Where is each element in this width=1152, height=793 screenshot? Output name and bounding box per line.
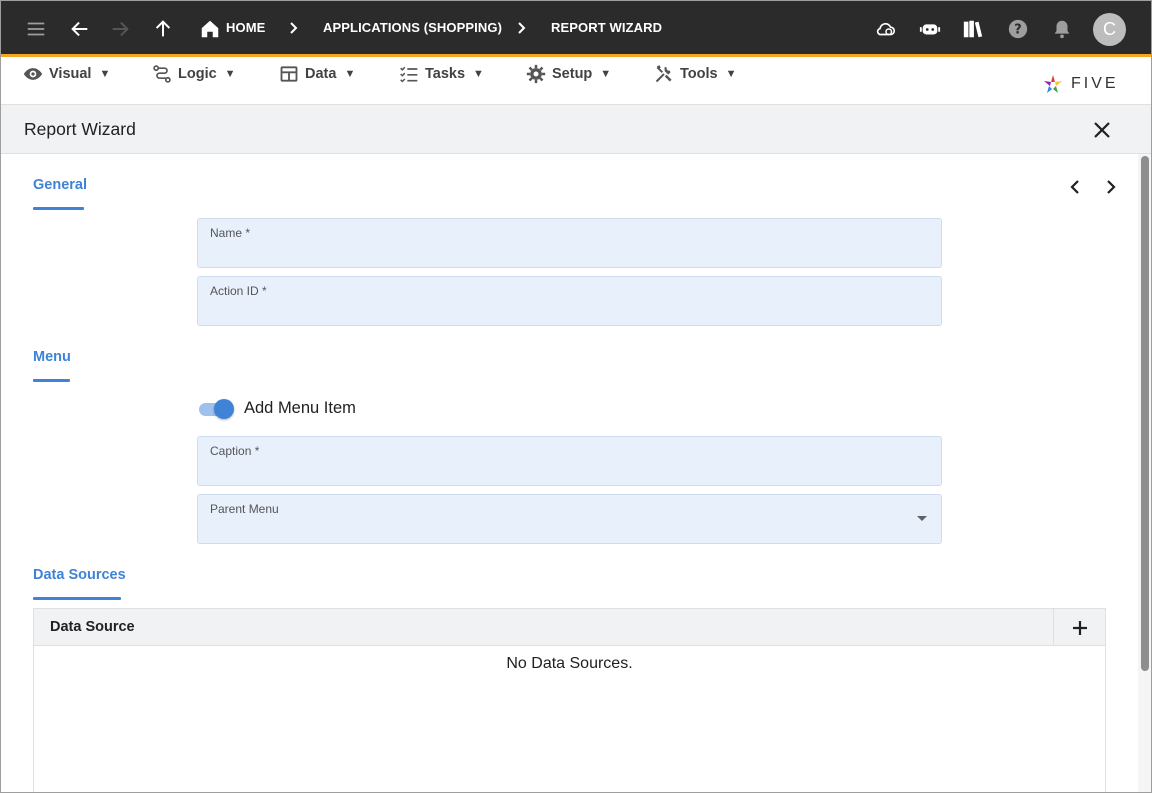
parent-menu-dropdown[interactable]: Parent Menu: [197, 494, 942, 544]
dropdown-arrow-icon: ▼: [344, 68, 356, 80]
toggle-thumb: [214, 399, 234, 419]
parent-menu-input[interactable]: [210, 519, 910, 539]
vertical-scrollbar[interactable]: [1138, 154, 1151, 792]
five-logo: FIVE: [1041, 72, 1119, 96]
chevron-right-icon: [1107, 180, 1116, 194]
dropdown-arrow-icon: ▼: [473, 68, 484, 80]
scrollbar-thumb[interactable]: [1141, 156, 1149, 671]
cloud-sync-icon[interactable]: [874, 17, 898, 41]
chevron-left-icon: [1070, 180, 1079, 194]
menu-tasks[interactable]: Tasks ▼: [399, 64, 484, 84]
previous-page-button[interactable]: [1066, 177, 1086, 197]
name-field-label: Name *: [210, 226, 251, 240]
gear-icon: [526, 64, 546, 84]
breadcrumb-report-wizard[interactable]: REPORT WIZARD: [551, 20, 662, 35]
close-button[interactable]: [1090, 118, 1114, 142]
column-header-data-source[interactable]: Data Source: [50, 619, 135, 635]
close-icon: [1094, 122, 1110, 138]
menu-tools[interactable]: Tools ▼: [654, 64, 736, 84]
section-menu-underline: [33, 379, 70, 382]
name-input[interactable]: [210, 243, 910, 263]
home-icon[interactable]: [198, 17, 222, 41]
plus-icon: [1072, 620, 1087, 635]
menu-visual[interactable]: Visual ▼: [23, 64, 110, 84]
menu-logic[interactable]: Logic ▼: [152, 64, 236, 84]
app-window: HOME APPLICATIONS (SHOPPING) REPORT WIZA…: [0, 0, 1152, 793]
caption-field-label: Caption *: [210, 444, 260, 458]
eye-icon: [23, 68, 43, 80]
table-icon: [280, 66, 298, 82]
page-title: Report Wizard: [24, 119, 136, 139]
menu-data[interactable]: Data ▼: [279, 64, 355, 84]
hamburger-menu-icon[interactable]: [24, 17, 48, 41]
menu-setup[interactable]: Setup ▼: [526, 64, 611, 84]
dropdown-arrow-icon: ▼: [600, 68, 612, 80]
up-arrow-icon[interactable]: [151, 17, 175, 41]
data-source-table: Data Source No Data Sources.: [33, 608, 1106, 792]
forward-arrow-icon[interactable]: [108, 17, 132, 41]
empty-table-message: No Data Sources.: [506, 655, 633, 672]
add-menu-item-label: Add Menu Item: [244, 399, 356, 417]
main-menu-bar: Visual ▼ Logic ▼ Data ▼ Tasks ▼ Setup ▼ Tools…: [1, 57, 1151, 105]
action-id-input[interactable]: [210, 301, 910, 321]
section-general-underline: [33, 207, 84, 210]
chevron-right-icon: [513, 18, 531, 38]
section-general-label[interactable]: General: [33, 177, 87, 193]
library-icon[interactable]: [961, 17, 985, 41]
section-data-sources-underline: [33, 597, 121, 600]
wizard-form: General Name * Action ID * Menu Add Menu…: [1, 154, 1151, 792]
next-page-button[interactable]: [1100, 177, 1120, 197]
dropdown-arrow-icon: ▼: [99, 68, 111, 80]
dropdown-arrow-icon: ▼: [224, 68, 236, 80]
menu-data-label: Data: [305, 66, 337, 82]
action-id-field[interactable]: Action ID *: [197, 276, 942, 326]
add-menu-item-toggle[interactable]: [197, 398, 237, 420]
svg-text:?: ?: [1014, 23, 1021, 38]
breadcrumb-applications[interactable]: APPLICATIONS (SHOPPING): [323, 20, 502, 35]
menu-tasks-label: Tasks: [425, 66, 466, 82]
caption-input[interactable]: [210, 461, 910, 481]
caption-field[interactable]: Caption *: [197, 436, 942, 486]
five-logo-icon: [1044, 75, 1062, 93]
logic-icon: [153, 65, 171, 83]
page-header: Report Wizard: [1, 105, 1151, 154]
back-arrow-icon[interactable]: [68, 17, 92, 41]
table-header: Data Source: [34, 609, 1105, 646]
section-data-sources-label[interactable]: Data Sources: [33, 567, 126, 583]
menu-setup-label: Setup: [552, 66, 593, 82]
menu-tools-label: Tools: [680, 66, 718, 82]
top-app-bar: HOME APPLICATIONS (SHOPPING) REPORT WIZA…: [1, 1, 1151, 57]
menu-visual-label: Visual: [49, 66, 92, 82]
chevron-right-icon: [285, 18, 303, 38]
name-field[interactable]: Name *: [197, 218, 942, 268]
notifications-bell-icon[interactable]: [1050, 17, 1074, 41]
five-logo-text: FIVE: [1071, 75, 1119, 92]
chatbot-icon[interactable]: [918, 17, 942, 41]
tools-icon: [655, 65, 672, 83]
section-menu-label[interactable]: Menu: [33, 349, 71, 365]
user-avatar[interactable]: C: [1093, 13, 1126, 46]
dropdown-arrow-icon[interactable]: [917, 516, 927, 521]
parent-menu-field-label: Parent Menu: [210, 502, 279, 516]
breadcrumb-home[interactable]: HOME: [226, 20, 265, 35]
help-icon[interactable]: ?: [1006, 17, 1030, 41]
dropdown-arrow-icon: ▼: [725, 68, 737, 80]
tasks-icon: [400, 66, 418, 83]
action-id-field-label: Action ID *: [210, 284, 267, 298]
menu-logic-label: Logic: [178, 66, 217, 82]
add-data-source-button[interactable]: [1053, 609, 1105, 646]
